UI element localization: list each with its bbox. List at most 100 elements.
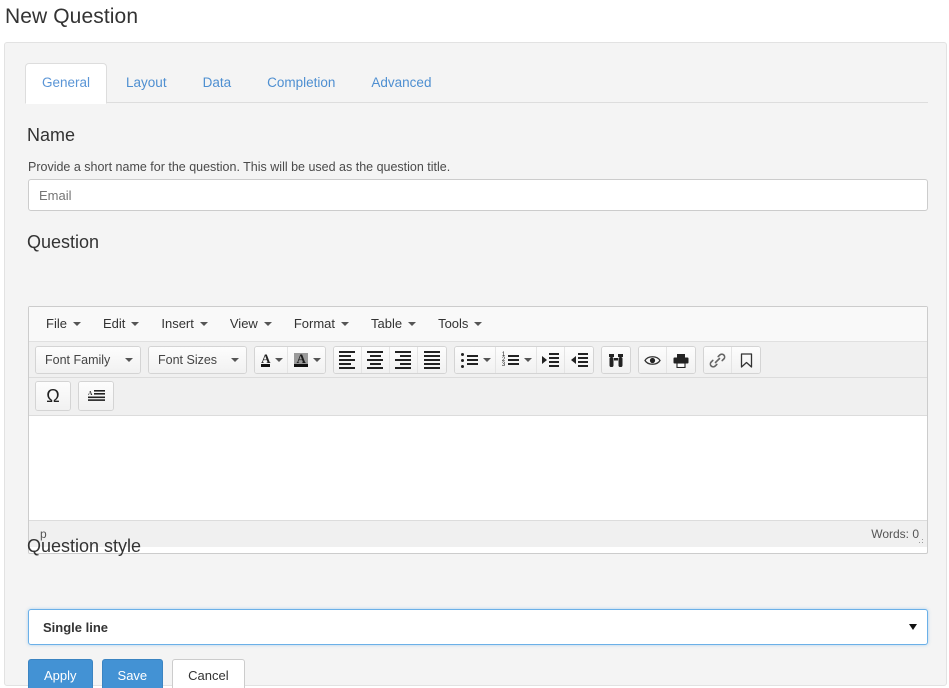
menu-edit[interactable]: Edit xyxy=(94,312,148,337)
chevron-down-icon xyxy=(199,321,208,326)
background-color-button[interactable]: A xyxy=(288,347,325,373)
chevron-down-icon xyxy=(231,358,240,362)
anchor-button[interactable] xyxy=(732,347,761,373)
numbered-list-button[interactable]: 123 xyxy=(495,347,538,373)
bullet-list-icon xyxy=(460,352,478,368)
new-question-page: New Question General Layout Data Complet… xyxy=(0,0,949,688)
chevron-down-icon xyxy=(474,321,483,326)
chevron-down-icon xyxy=(72,321,81,326)
font-family-group: Font Family xyxy=(35,346,141,374)
align-right-icon xyxy=(395,351,412,369)
print-button[interactable] xyxy=(667,347,696,373)
preview-icon xyxy=(644,355,661,365)
align-center-button[interactable] xyxy=(361,347,390,373)
anchor-icon xyxy=(740,352,752,368)
indent-button[interactable] xyxy=(537,347,566,373)
menu-file-label: File xyxy=(46,315,67,331)
special-char-group: Ω xyxy=(35,381,71,411)
special-character-icon: Ω xyxy=(46,386,60,406)
save-button[interactable]: Save xyxy=(101,659,164,688)
question-style-selected-value: Single line xyxy=(43,619,109,635)
chevron-down-icon xyxy=(909,624,917,630)
align-justify-icon xyxy=(423,351,440,369)
tab-completion[interactable]: Completion xyxy=(250,63,352,104)
chevron-down-icon xyxy=(482,358,491,362)
align-left-button[interactable] xyxy=(333,347,362,373)
svg-text:A: A xyxy=(88,391,93,397)
indent-icon xyxy=(542,353,560,367)
preview-button[interactable] xyxy=(639,347,668,373)
search-replace-button[interactable] xyxy=(602,347,631,373)
editor-statusbar: p Words: 0 xyxy=(29,520,927,547)
numbered-list-icon: 123 xyxy=(502,352,520,368)
menu-tools-label: Tools xyxy=(438,315,469,331)
insert-link-icon xyxy=(709,352,726,368)
align-center-icon xyxy=(367,351,384,369)
tab-bar: General Layout Data Completion Advanced xyxy=(25,63,928,104)
name-input[interactable] xyxy=(28,179,928,211)
font-family-select[interactable]: Font Family xyxy=(36,347,140,373)
question-style-select[interactable]: Single line xyxy=(28,609,928,645)
menu-insert[interactable]: Insert xyxy=(152,312,217,337)
chevron-down-icon xyxy=(408,321,417,326)
rich-text-editor: File Edit Insert View Format Table Tools… xyxy=(28,306,928,554)
chevron-down-icon xyxy=(275,358,284,362)
align-justify-button[interactable] xyxy=(417,347,446,373)
menu-table-label: Table xyxy=(371,315,403,331)
print-icon xyxy=(673,353,689,368)
background-color-icon: A xyxy=(294,351,308,367)
menu-format-label: Format xyxy=(293,315,335,331)
chevron-down-icon xyxy=(125,358,133,362)
align-left-icon xyxy=(339,351,356,369)
tab-data[interactable]: Data xyxy=(186,63,249,104)
font-sizes-select[interactable]: Font Sizes xyxy=(149,347,247,373)
menu-tools[interactable]: Tools xyxy=(429,312,491,337)
menu-format[interactable]: Format xyxy=(285,312,358,337)
link-group xyxy=(703,346,762,374)
menu-edit-label: Edit xyxy=(102,315,126,331)
action-button-row: Apply Save Cancel xyxy=(28,659,245,688)
chevron-down-icon xyxy=(312,358,321,362)
editor-toolbar-row-2: Ω A xyxy=(29,378,927,416)
menu-view[interactable]: View xyxy=(221,312,281,337)
name-heading: Name xyxy=(27,125,76,145)
editor-content-area[interactable] xyxy=(29,416,927,520)
search-replace-icon xyxy=(609,353,624,367)
font-sizes-label: Font Sizes xyxy=(158,353,218,367)
tab-layout[interactable]: Layout xyxy=(109,63,184,104)
outdent-icon xyxy=(570,353,588,367)
insert-template-button[interactable]: A xyxy=(79,382,113,410)
name-help-text: Provide a short name for the question. T… xyxy=(28,160,451,174)
menu-file[interactable]: File xyxy=(37,312,90,337)
color-group: A A xyxy=(254,346,326,374)
tab-general[interactable]: General xyxy=(25,63,108,104)
bullet-list-button[interactable] xyxy=(454,347,496,373)
list-group: 123 xyxy=(453,346,595,374)
cancel-button[interactable]: Cancel xyxy=(172,659,245,688)
chevron-down-icon xyxy=(131,321,140,326)
font-size-group: Font Sizes xyxy=(148,346,248,374)
align-right-button[interactable] xyxy=(389,347,418,373)
question-style-select-wrapper: Single line xyxy=(28,609,928,645)
view-print-group xyxy=(638,346,697,374)
editor-word-count: Words: 0 xyxy=(871,527,919,541)
apply-button[interactable]: Apply xyxy=(28,659,93,688)
template-group: A xyxy=(78,381,114,411)
tab-advanced[interactable]: Advanced xyxy=(354,63,448,104)
text-color-button[interactable]: A xyxy=(255,347,289,373)
form-panel: General Layout Data Completion Advanced … xyxy=(4,42,947,688)
editor-menubar: File Edit Insert View Format Table Tools xyxy=(29,307,927,342)
chevron-down-icon xyxy=(524,358,533,362)
question-heading: Question xyxy=(27,232,100,252)
question-style-heading: Question style xyxy=(27,536,142,556)
outdent-button[interactable] xyxy=(565,347,594,373)
chevron-down-icon xyxy=(341,321,349,326)
chevron-down-icon xyxy=(263,321,272,326)
insert-link-button[interactable] xyxy=(704,347,733,373)
menu-table[interactable]: Table xyxy=(362,312,425,337)
special-character-button[interactable]: Ω xyxy=(36,382,70,410)
menu-view-label: View xyxy=(229,315,258,331)
page-title: New Question xyxy=(5,5,139,28)
text-color-icon: A xyxy=(261,351,271,367)
editor-toolbar-row-1: Font Family Font Sizes A A 1 2 3 xyxy=(29,342,927,378)
